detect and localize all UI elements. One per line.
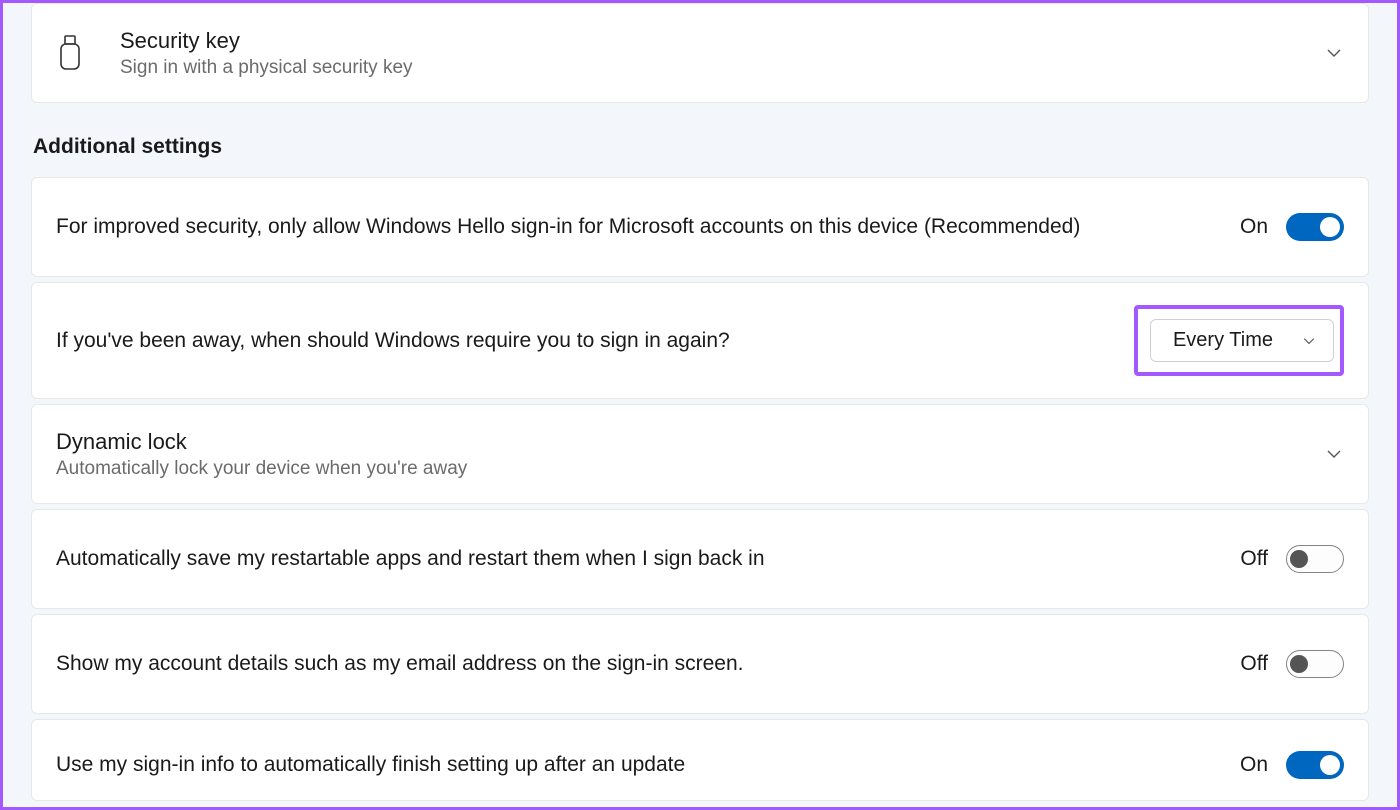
account-details-state-label: Off (1240, 652, 1268, 676)
hello-only-state-label: On (1240, 215, 1268, 239)
dynamic-lock-row[interactable]: Dynamic lock Automatically lock your dev… (31, 404, 1369, 504)
chevron-down-icon (1324, 444, 1344, 464)
hello-only-row: For improved security, only allow Window… (31, 177, 1369, 277)
finish-setup-toggle[interactable] (1286, 751, 1344, 779)
dynamic-lock-subtitle: Automatically lock your device when you'… (56, 458, 1324, 480)
usb-icon (56, 33, 84, 73)
finish-setup-row: Use my sign-in info to automatically fin… (31, 719, 1369, 801)
dynamic-lock-title: Dynamic lock (56, 428, 1324, 457)
require-signin-dropdown[interactable]: Every Time (1150, 319, 1334, 362)
restartable-apps-text: Automatically save my restartable apps a… (56, 544, 1240, 573)
finish-setup-state-label: On (1240, 753, 1268, 777)
restartable-apps-toggle[interactable] (1286, 545, 1344, 573)
account-details-text: Show my account details such as my email… (56, 649, 1240, 678)
additional-settings-heading: Additional settings (33, 135, 1369, 159)
require-signin-row: If you've been away, when should Windows… (31, 282, 1369, 399)
finish-setup-text: Use my sign-in info to automatically fin… (56, 750, 1240, 779)
dropdown-highlight: Every Time (1134, 305, 1344, 376)
require-signin-text: If you've been away, when should Windows… (56, 326, 1134, 355)
account-details-row: Show my account details such as my email… (31, 614, 1369, 714)
account-details-toggle[interactable] (1286, 650, 1344, 678)
security-key-subtitle: Sign in with a physical security key (120, 57, 1324, 79)
hello-only-toggle[interactable] (1286, 213, 1344, 241)
hello-only-text: For improved security, only allow Window… (56, 212, 1240, 241)
restartable-apps-state-label: Off (1240, 547, 1268, 571)
chevron-down-icon (1301, 333, 1317, 349)
dropdown-value: Every Time (1173, 329, 1273, 352)
restartable-apps-row: Automatically save my restartable apps a… (31, 509, 1369, 609)
security-key-row[interactable]: Security key Sign in with a physical sec… (31, 3, 1369, 103)
chevron-down-icon (1324, 43, 1344, 63)
security-key-title: Security key (120, 27, 1324, 56)
